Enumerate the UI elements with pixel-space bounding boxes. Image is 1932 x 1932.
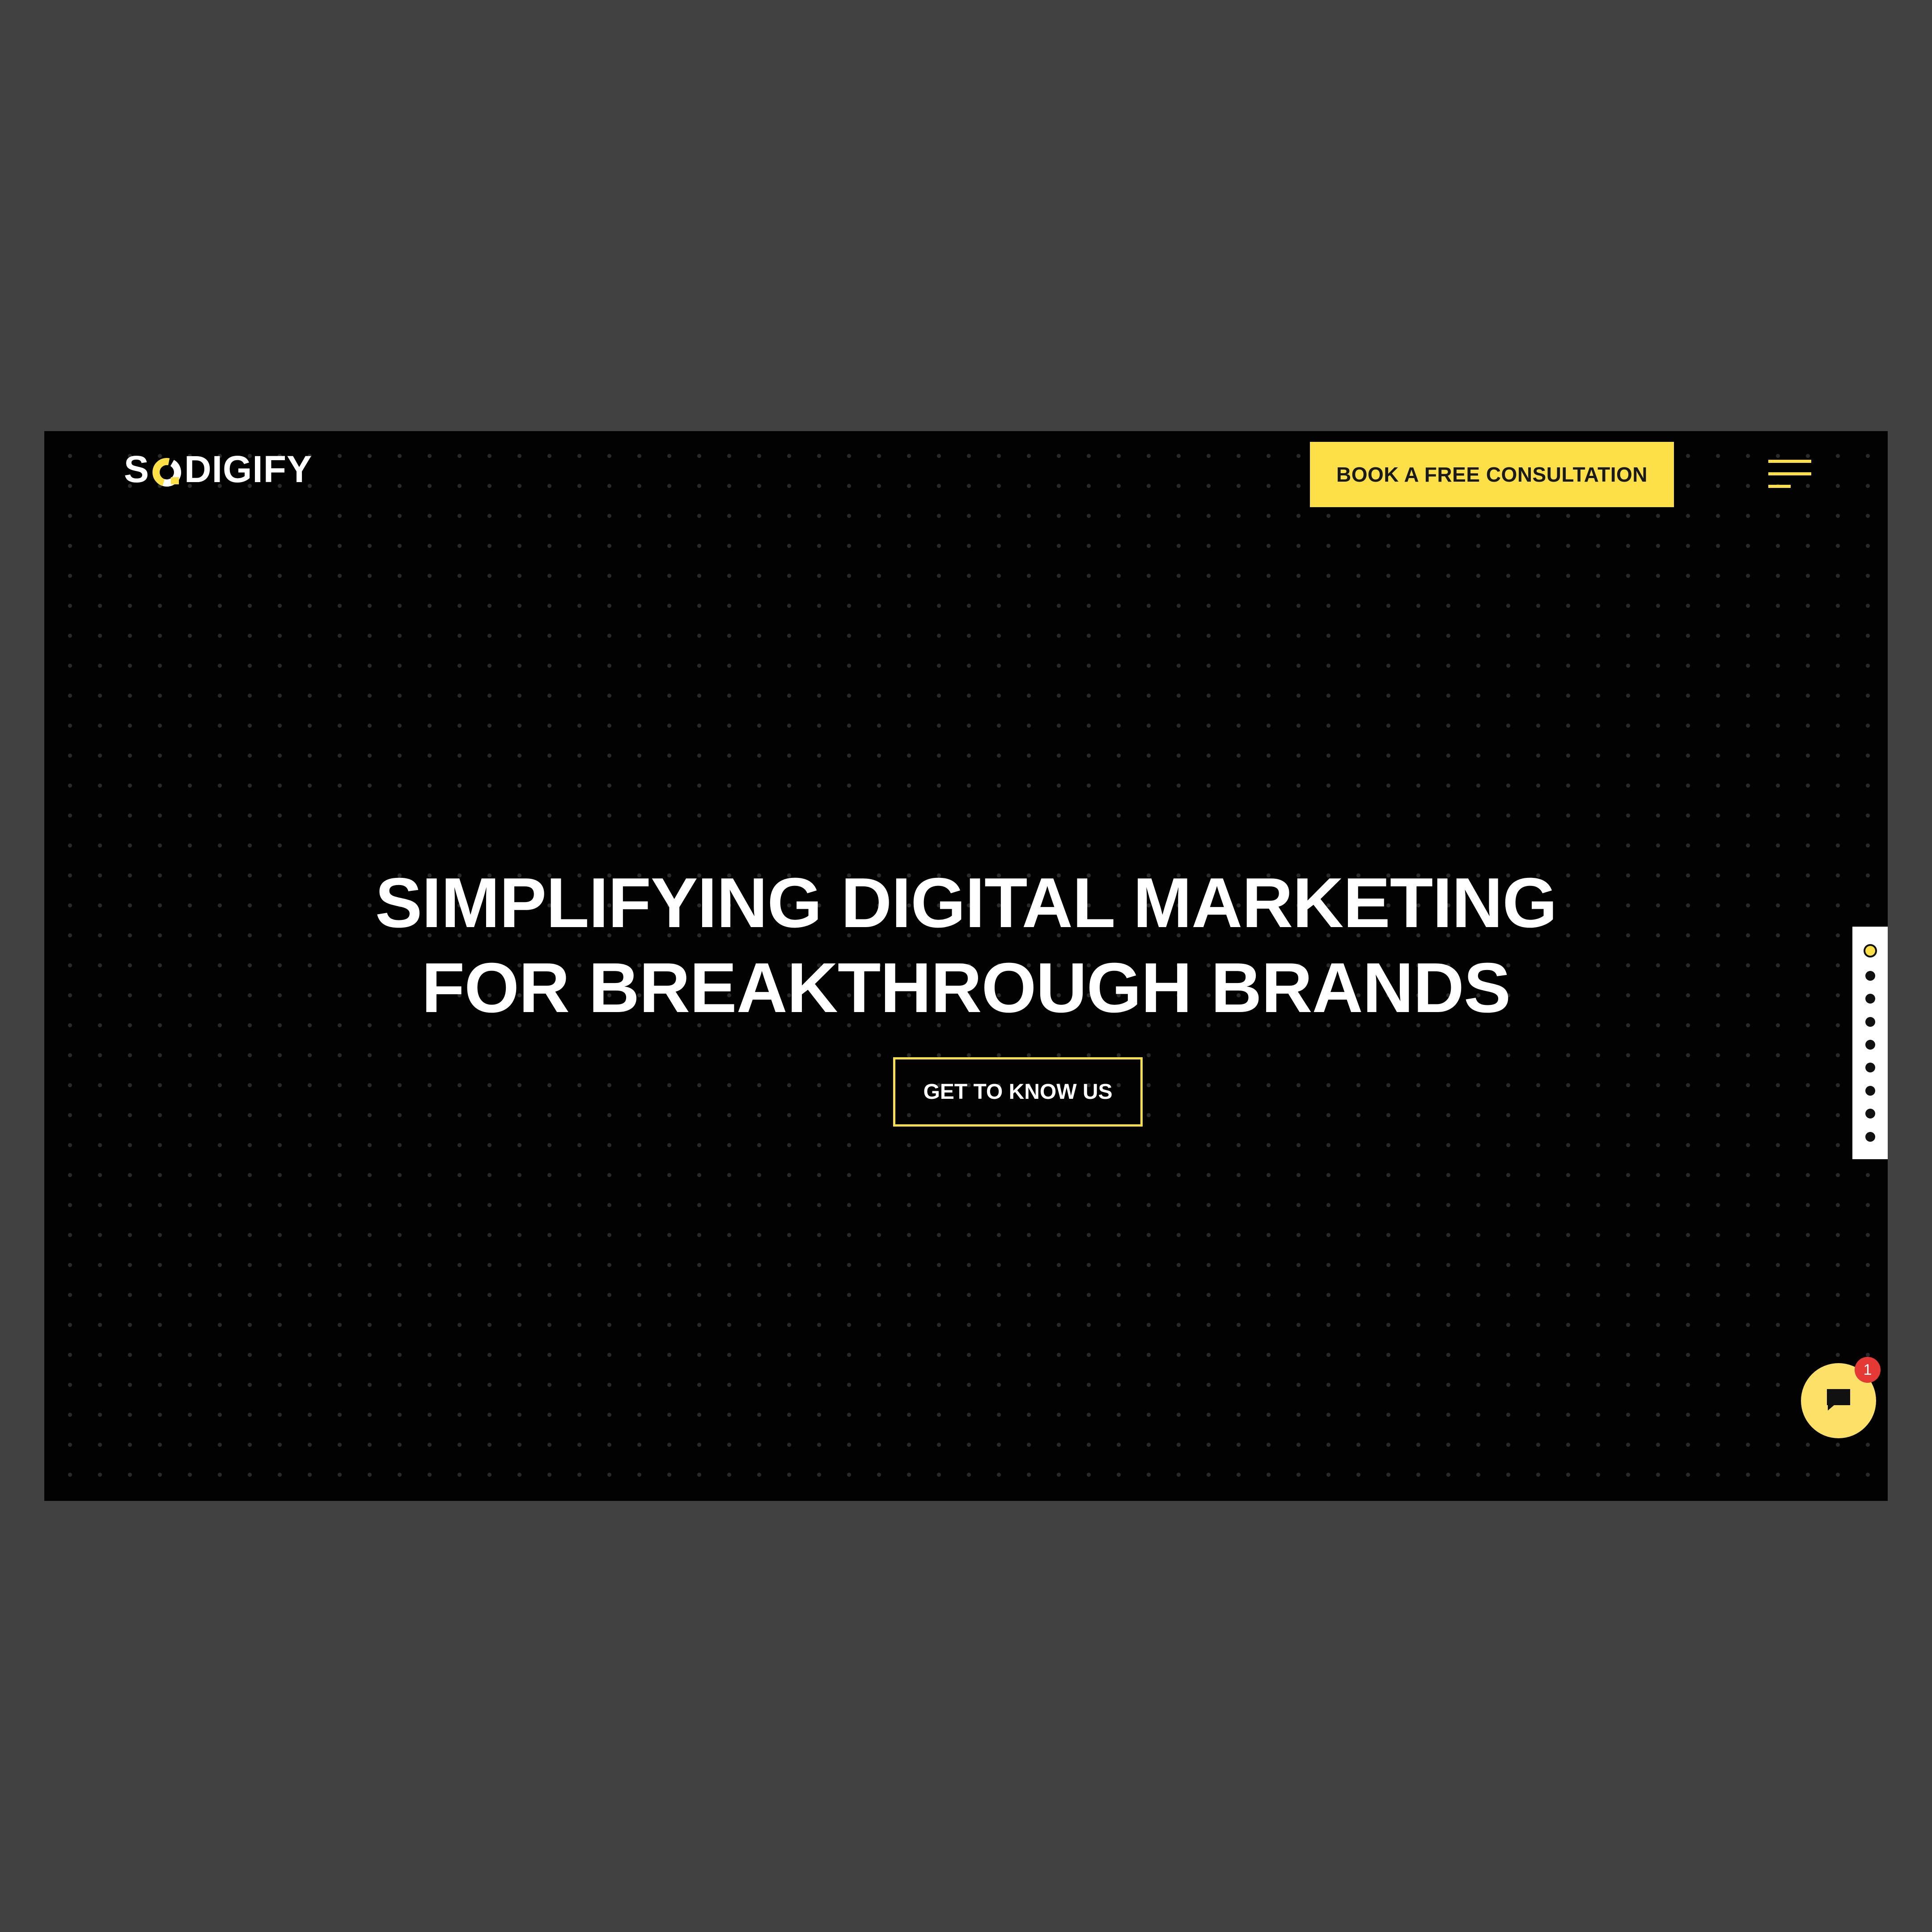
section-dot-5[interactable] [1865,1039,1875,1050]
chat-bubble-icon [1824,1385,1853,1416]
logo-text: DIGIFY [184,448,313,490]
hero-title: SIMPLIFYING DIGITAL MARKETING FOR BREAKT… [44,860,1888,1030]
hero-title-line-2: FOR BREAKTHROUGH BRANDS [421,949,1511,1027]
book-consultation-button[interactable]: BOOK A FREE CONSULTATION [1310,442,1674,507]
section-dot-7[interactable] [1865,1085,1875,1096]
section-dot-6[interactable] [1865,1063,1875,1073]
logo-letter: S [124,448,150,490]
logo-mark-icon [151,453,182,487]
hero-title-line-1: SIMPLIFYING DIGITAL MARKETING [375,864,1557,942]
section-dot-nav [1852,927,1888,1159]
logo[interactable]: S DIGIFY [124,448,313,490]
section-dot-4[interactable] [1865,1017,1875,1027]
hamburger-menu-icon [1764,454,1813,496]
menu-button[interactable] [1764,454,1813,496]
section-dot-1[interactable] [1863,944,1877,958]
section-dot-2[interactable] [1865,970,1875,981]
section-dot-3[interactable] [1865,994,1875,1004]
chat-notification-badge: 1 [1855,1357,1881,1383]
website-viewport: S DIGIFY BOOK A FREE CONSULTATION SIMPLI… [44,431,1888,1501]
section-dot-9[interactable] [1865,1131,1875,1142]
get-to-know-us-button[interactable]: GET TO KNOW US [893,1057,1143,1127]
section-dot-8[interactable] [1865,1109,1875,1119]
